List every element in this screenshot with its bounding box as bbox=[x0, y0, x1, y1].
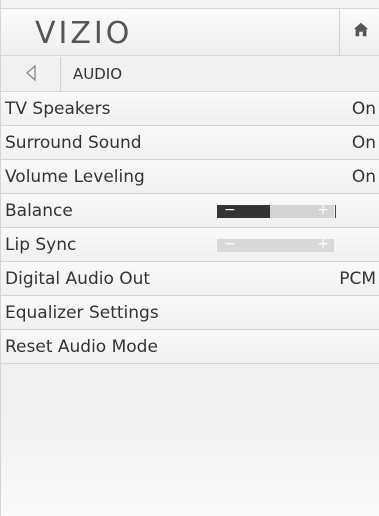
menu-item-value: PCM bbox=[339, 269, 376, 289]
menu-item-reset-audio-mode[interactable]: Reset Audio Mode bbox=[1, 330, 379, 364]
menu-item-equalizer-settings[interactable]: Equalizer Settings bbox=[1, 296, 379, 330]
menu-item-volume-leveling[interactable]: Volume Leveling On bbox=[1, 160, 379, 194]
vizio-logo: VIZIO bbox=[35, 16, 133, 51]
menu-item-digital-audio-out[interactable]: Digital Audio Out PCM bbox=[1, 262, 379, 296]
menu-item-label: Balance bbox=[5, 201, 73, 221]
menu-item-label: Equalizer Settings bbox=[5, 303, 159, 323]
slider-minus-icon: − bbox=[224, 236, 236, 252]
menu-item-label: Digital Audio Out bbox=[5, 269, 151, 289]
menu-item-label: Reset Audio Mode bbox=[5, 337, 158, 357]
back-arrow-icon bbox=[24, 64, 38, 86]
slider-plus-icon: + bbox=[317, 202, 329, 218]
slider-plus-icon: + bbox=[317, 236, 329, 252]
menu-item-value: On bbox=[351, 133, 376, 153]
menu-item-label: Volume Leveling bbox=[5, 167, 145, 187]
slider-end-marker bbox=[335, 205, 336, 218]
tv-menu-screen: VIZIO AUDIO TV Speakers On Surround Soun… bbox=[0, 0, 379, 516]
menu-item-label: Surround Sound bbox=[5, 133, 142, 153]
home-button[interactable] bbox=[339, 9, 379, 55]
lip-sync-slider[interactable]: − + bbox=[217, 236, 334, 252]
menu-item-label: TV Speakers bbox=[5, 99, 111, 119]
back-button[interactable] bbox=[1, 57, 61, 92]
menu-item-value: On bbox=[351, 167, 376, 187]
breadcrumb: AUDIO bbox=[1, 57, 379, 92]
menu-item-surround-sound[interactable]: Surround Sound On bbox=[1, 126, 379, 160]
page-title: AUDIO bbox=[73, 65, 123, 83]
home-icon bbox=[352, 21, 370, 43]
menu-item-balance[interactable]: Balance − + bbox=[1, 194, 379, 228]
balance-slider[interactable]: − + bbox=[217, 202, 336, 218]
menu-item-label: Lip Sync bbox=[5, 235, 77, 255]
menu-item-value: On bbox=[351, 99, 376, 119]
menu-header: VIZIO bbox=[1, 8, 379, 56]
menu-item-lip-sync[interactable]: Lip Sync − + bbox=[1, 228, 379, 262]
slider-minus-icon: − bbox=[224, 202, 236, 218]
menu-item-tv-speakers[interactable]: TV Speakers On bbox=[1, 92, 379, 126]
audio-menu-list: TV Speakers On Surround Sound On Volume … bbox=[1, 92, 379, 364]
